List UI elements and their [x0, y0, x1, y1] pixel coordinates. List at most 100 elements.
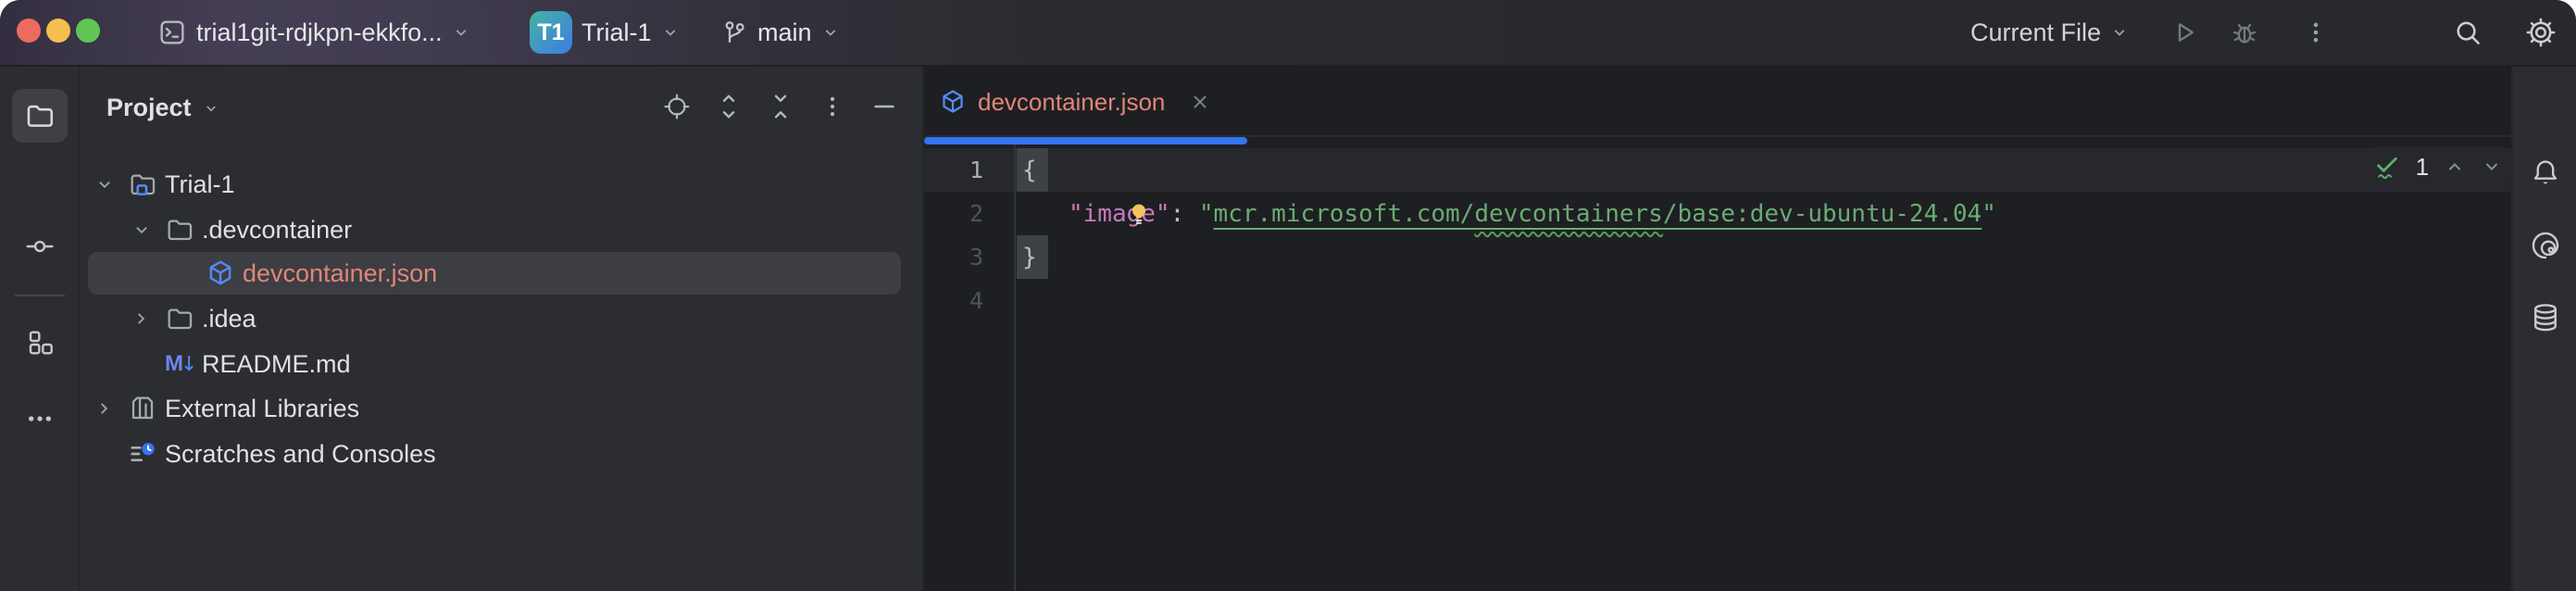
- task-badge: T1: [530, 11, 572, 54]
- chevron-down-icon: [452, 23, 470, 42]
- tree-item-devcontainer-json[interactable]: devcontainer.json: [80, 252, 922, 295]
- collapse-all-button[interactable]: [767, 93, 794, 120]
- project-panel-header: Project: [80, 67, 922, 150]
- project-panel: Project: [80, 67, 924, 591]
- folder-icon: [24, 100, 56, 132]
- tree-item-label: .idea: [202, 305, 256, 333]
- window-zoom-button[interactable]: [76, 19, 100, 43]
- gear-icon: [2524, 16, 2557, 49]
- more-actions-button[interactable]: [2302, 0, 2330, 65]
- tree-item-idea-folder[interactable]: .idea: [80, 297, 922, 340]
- tree-item-scratches[interactable]: Scratches and Consoles: [80, 433, 922, 475]
- tree-item-label: Trial-1: [165, 170, 235, 199]
- tree-item-project-root[interactable]: Trial-1: [80, 163, 922, 206]
- close-quote: ": [1982, 200, 1996, 228]
- run-configuration-selector[interactable]: Current File: [1970, 0, 2129, 65]
- chevron-down-icon: [661, 23, 680, 42]
- ai-assistant-button[interactable]: [2513, 230, 2576, 261]
- git-branch-selector[interactable]: main: [720, 0, 840, 65]
- line-number[interactable]: 2: [924, 200, 983, 227]
- inspection-count: 1: [2416, 153, 2429, 182]
- settings-button[interactable]: [2524, 0, 2557, 65]
- intention-bulb-icon[interactable]: [1126, 192, 1152, 235]
- open-quote: ": [1199, 200, 1214, 228]
- editor-area[interactable]: devcontainer.json 1 2 3 4 {: [924, 67, 2511, 591]
- image-url-link[interactable]: mcr.microsoft.com/devcontainers/base:dev…: [1214, 200, 1982, 228]
- code-line-2[interactable]: "image": "mcr.microsoft.com/devcontainer…: [1022, 192, 1996, 235]
- branch-name: main: [757, 19, 812, 47]
- kebab-menu-icon: [2302, 19, 2330, 46]
- inspection-ok-icon: [2373, 153, 2401, 181]
- tab-devcontainer-json[interactable]: devcontainer.json: [924, 67, 1211, 137]
- devcontainer-cube-icon: [206, 258, 243, 288]
- title-bar: trial1git-rdjkpn-ekkfo... T1 Trial-1 mai…: [0, 0, 2576, 67]
- colon: :: [1170, 200, 1199, 228]
- window-close-button[interactable]: [17, 19, 41, 43]
- database-button[interactable]: [2513, 302, 2576, 333]
- line-number[interactable]: 3: [924, 244, 983, 270]
- typo-squiggle-segment: devcontainers: [1474, 200, 1663, 228]
- gutter-separator: [1014, 145, 1016, 591]
- json-key: "image": [1069, 200, 1170, 228]
- hide-panel-button[interactable]: [870, 93, 898, 120]
- notifications-button[interactable]: [2513, 157, 2576, 189]
- right-tool-strip: [2511, 67, 2576, 591]
- git-branch-icon: [720, 19, 748, 46]
- close-brace: }: [1022, 244, 1037, 271]
- tab-label: devcontainer.json: [978, 88, 1165, 117]
- tree-item-label: .devcontainer: [202, 216, 352, 245]
- window-title: trial1git-rdjkpn-ekkfo...: [196, 19, 443, 47]
- chevron-down-icon: [821, 23, 840, 42]
- scratches-icon: [128, 439, 165, 469]
- select-opened-file-button[interactable]: [663, 93, 691, 120]
- devcontainer-cube-icon: [939, 88, 967, 116]
- tree-item-external-libraries[interactable]: External Libraries: [80, 387, 922, 430]
- structure-icon: [25, 328, 55, 358]
- editor-tab-bar: devcontainer.json: [924, 67, 2511, 137]
- close-icon[interactable]: [1189, 91, 1211, 113]
- debug-button[interactable]: [2230, 0, 2259, 65]
- commit-icon: [25, 232, 55, 261]
- tree-item-label: devcontainer.json: [243, 259, 437, 288]
- commit-tool-button[interactable]: [0, 232, 80, 261]
- folder-icon: [165, 215, 202, 245]
- chevron-right-icon[interactable]: [94, 398, 128, 419]
- project-folder-icon: [128, 170, 165, 199]
- database-icon: [2530, 302, 2561, 333]
- task-name: Trial-1: [581, 19, 652, 47]
- panel-options-button[interactable]: [819, 93, 846, 120]
- window-minimize-button[interactable]: [46, 19, 70, 43]
- open-brace: {: [1022, 157, 1037, 184]
- tree-item-readme[interactable]: M↓ README.md: [80, 343, 922, 385]
- code-line-1[interactable]: {: [1022, 148, 1037, 192]
- play-icon: [2170, 19, 2198, 46]
- run-config-name: Current File: [1970, 19, 2101, 47]
- chevron-right-icon[interactable]: [131, 308, 165, 329]
- folder-icon: [165, 304, 202, 333]
- chevron-down-icon[interactable]: [131, 220, 165, 240]
- code-line-3[interactable]: }: [1022, 235, 1037, 279]
- more-tool-windows-button[interactable]: [0, 404, 80, 434]
- tree-item-label: Scratches and Consoles: [165, 440, 436, 469]
- task-selector[interactable]: T1 Trial-1: [530, 0, 680, 65]
- run-button[interactable]: [2170, 0, 2198, 65]
- bell-icon: [2530, 157, 2561, 189]
- line-number[interactable]: 1: [924, 157, 983, 183]
- inspections-widget[interactable]: 1: [2367, 146, 2509, 187]
- project-panel-title[interactable]: Project: [106, 94, 219, 122]
- expand-all-button[interactable]: [715, 93, 743, 120]
- project-tool-button[interactable]: [12, 89, 68, 143]
- bug-icon: [2230, 18, 2259, 47]
- panel-title-text: Project: [106, 94, 192, 122]
- previous-problem-button[interactable]: [2444, 156, 2466, 178]
- chevron-down-icon: [203, 100, 219, 117]
- line-number[interactable]: 4: [924, 287, 983, 314]
- search-everywhere-button[interactable]: [2452, 0, 2483, 65]
- chevron-down-icon[interactable]: [94, 174, 128, 195]
- terminal-icon: [157, 18, 187, 47]
- structure-tool-button[interactable]: [0, 328, 80, 358]
- next-problem-button[interactable]: [2481, 156, 2503, 178]
- dev-environment-selector[interactable]: trial1git-rdjkpn-ekkfo...: [157, 0, 470, 65]
- tree-item-devcontainer-folder[interactable]: .devcontainer: [80, 208, 922, 251]
- markdown-icon: M↓: [165, 351, 202, 377]
